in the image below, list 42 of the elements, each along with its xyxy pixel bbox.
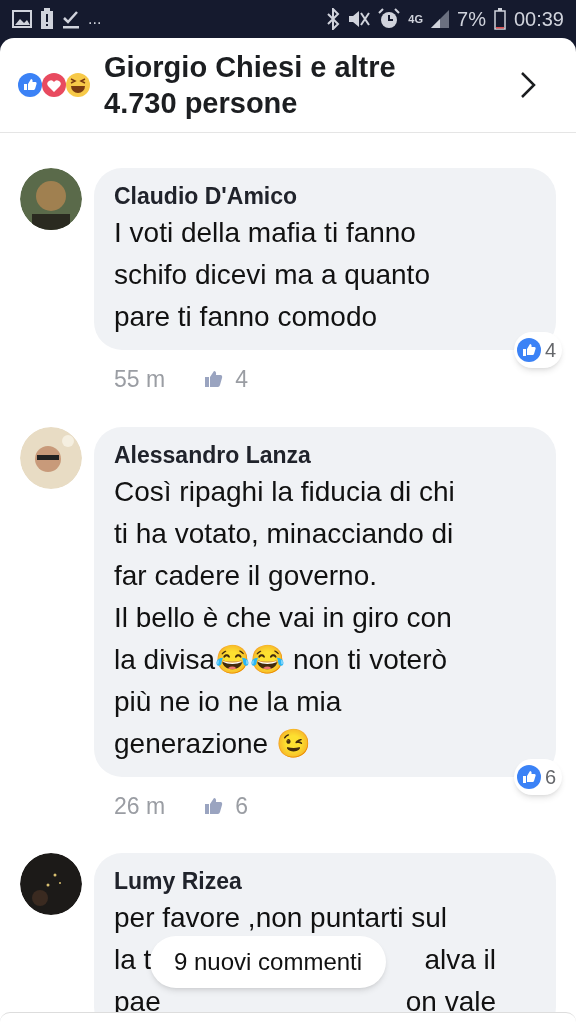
network-type: 4G (408, 13, 424, 25)
bluetooth-icon (326, 8, 341, 30)
comment-time: 26 m (114, 791, 166, 821)
like-count: 4 (235, 365, 248, 394)
comment-text: Il bello è che vai in giro con (114, 600, 453, 635)
comment-author[interactable]: Claudio D'Amico (114, 180, 536, 212)
comment-text: più ne io ne la mia (114, 684, 343, 719)
mute-icon (348, 9, 371, 29)
chevron-right-icon (520, 71, 536, 99)
check-icon (62, 9, 80, 29)
reactions-summary: Giorgio Chiesi e altre 4.730 persone (104, 50, 397, 121)
comment-time: 55 m (114, 365, 166, 394)
clock: 00:39 (513, 7, 564, 32)
comment-text: Così ripaghi la fiducia di chi (114, 474, 456, 509)
reaction-count-badge[interactable]: 4 (513, 332, 562, 368)
like-icon (516, 338, 541, 362)
comment-text: schifo dicevi ma a quanto (114, 258, 431, 292)
comment-text: generazione 😉 (114, 726, 312, 761)
comment-author[interactable]: Lumy Rizea (114, 865, 536, 897)
more-notifications: ... (88, 9, 102, 29)
new-comments-toast[interactable]: 9 nuovi commenti (150, 936, 387, 988)
comment-text: pae (114, 985, 161, 1019)
comment-author[interactable]: Alessandro Lanza (114, 438, 536, 471)
comment-text: la t (114, 943, 152, 977)
comment-text: on vale (405, 985, 496, 1019)
comment-text: I voti della mafia ti fanno (114, 216, 417, 250)
comment-text: far cadere il governo. (114, 558, 379, 593)
image-icon (12, 10, 32, 28)
battery-icon (493, 8, 506, 30)
comment-text: per favore ,non puntarti sul (114, 901, 449, 935)
battery-alert-icon (40, 8, 54, 30)
comment-text: ti ha votato, minacciando di (114, 516, 455, 551)
like-count: 6 (235, 791, 248, 821)
battery-percent: 7% (457, 7, 486, 32)
signal-icon (431, 10, 450, 28)
reactions-header[interactable]: Giorgio Chiesi e altre 4.730 persone (0, 38, 576, 133)
comment-text: alva il (424, 943, 496, 977)
comment-text: pare ti fanno comodo (114, 300, 379, 334)
alarm-icon (378, 8, 401, 30)
comment-text: la divisa😂😂 non ti voterò (114, 642, 449, 677)
reaction-count-badge[interactable]: 6 (513, 758, 562, 795)
like-icon (516, 764, 541, 789)
